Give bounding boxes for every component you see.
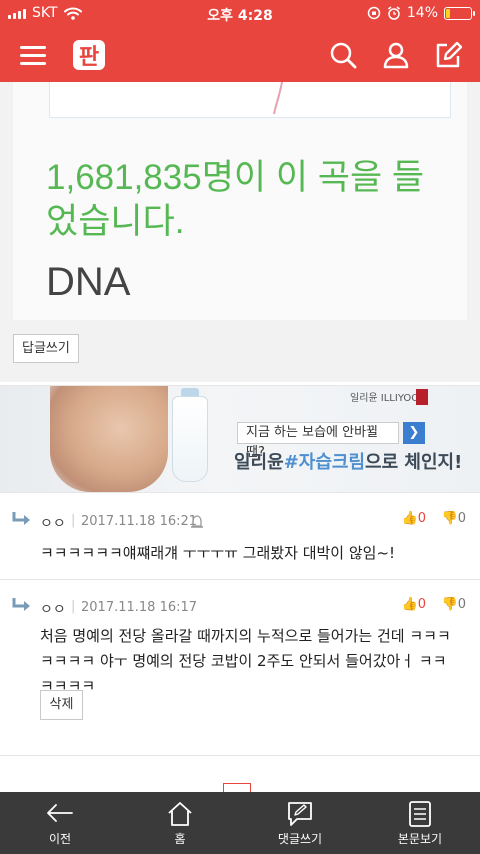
ad-headline: 지금 하는 보습에 안바뀔 땐? bbox=[237, 422, 399, 460]
search-icon[interactable] bbox=[328, 40, 358, 70]
reply-button[interactable]: 답글쓰기 bbox=[13, 334, 79, 363]
comment-item: ㅇㅇ | 2017.11.18 16:21 👍0 👎0 ㅋㅋㅋㅋㅋㅋ얘쨰래걔 ㅜ… bbox=[0, 494, 480, 580]
ad-arrow-icon[interactable]: ❯ bbox=[403, 422, 425, 444]
rotation-lock-icon bbox=[367, 6, 381, 20]
pink-stroke-graphic bbox=[273, 82, 283, 115]
comment-date: 2017.11.18 16:17 bbox=[81, 600, 198, 615]
downvote-count: 0 bbox=[457, 511, 466, 526]
ad-tagline: 일리윤#자습크림으로 체인지! bbox=[234, 452, 463, 473]
thumbs-down-icon: 👎 bbox=[441, 597, 458, 612]
thumbs-up-icon: 👍 bbox=[401, 511, 418, 526]
write-comment-icon bbox=[288, 802, 312, 826]
edit-icon[interactable] bbox=[433, 40, 463, 70]
ad-product-image bbox=[172, 396, 208, 482]
battery-icon bbox=[444, 6, 475, 20]
listen-count-text: 1,681,835명이 이 곡을 들었습니다. bbox=[46, 158, 425, 241]
bottom-nav: 이전 홈 댓글쓰기 본문보기 bbox=[0, 792, 480, 854]
reply-arrow-icon bbox=[12, 598, 30, 611]
downvote-button[interactable]: 👎0 bbox=[442, 597, 466, 612]
comment-text: 처음 명예의 전당 올라갈 때까지의 누적으로 들어가는 건데 ㅋㅋㅋㅋㅋㅋㅋ … bbox=[40, 627, 451, 695]
nav-write-comment[interactable]: 댓글쓰기 bbox=[240, 792, 360, 854]
separator: | bbox=[71, 599, 76, 614]
comment-author: ㅇㅇ bbox=[40, 516, 66, 532]
comment-item: ㅇㅇ | 2017.11.18 16:17 👍0 👎0 처음 명예의 전당 올라… bbox=[0, 580, 480, 756]
load-more-button[interactable] bbox=[223, 783, 251, 792]
upvote-button[interactable]: 👍0 bbox=[402, 597, 426, 612]
nav-label: 본문보기 bbox=[397, 832, 443, 846]
user-icon[interactable] bbox=[381, 40, 411, 70]
back-arrow-icon bbox=[47, 804, 73, 822]
content-area: 1,681,835명이 이 곡을 들었습니다. DNA 답글쓰기 일리윤 ILL… bbox=[0, 82, 480, 792]
report-icon[interactable] bbox=[190, 514, 204, 529]
app-header: 판 bbox=[0, 28, 480, 82]
status-bar: SKT 오후 4:28 14% bbox=[0, 0, 480, 28]
page: SKT 오후 4:28 14% 판 1,681,835명이 이 곡을 들었습니다… bbox=[0, 0, 480, 854]
pann-logo[interactable]: 판 bbox=[70, 36, 108, 74]
post-body-panel: 1,681,835명이 이 곡을 들었습니다. DNA 답글쓰기 bbox=[0, 82, 480, 382]
nav-back[interactable]: 이전 bbox=[0, 792, 120, 854]
upvote-button[interactable]: 👍0 bbox=[402, 511, 426, 526]
alarm-icon bbox=[387, 6, 400, 20]
upvote-count: 0 bbox=[417, 511, 426, 526]
ad-brand-badge bbox=[416, 389, 428, 405]
ad-banner[interactable]: 일리윤 ILLIYOON 지금 하는 보습에 안바뀔 땐? ❯ 일리윤#자습크림… bbox=[0, 385, 480, 493]
nav-label: 댓글쓰기 bbox=[277, 832, 323, 846]
image-frame bbox=[49, 82, 451, 118]
nav-home[interactable]: 홈 bbox=[120, 792, 240, 854]
logo-text: 판 bbox=[79, 45, 99, 70]
separator: | bbox=[71, 513, 76, 528]
nav-view-article[interactable]: 본문보기 bbox=[360, 792, 480, 854]
comment-date: 2017.11.18 16:21 bbox=[81, 514, 198, 529]
downvote-button[interactable]: 👎0 bbox=[442, 511, 466, 526]
upvote-count: 0 bbox=[417, 597, 426, 612]
article-icon bbox=[409, 801, 431, 827]
nav-label: 홈 bbox=[174, 832, 186, 846]
thumbs-up-icon: 👍 bbox=[401, 597, 418, 612]
comment-author: ㅇㅇ bbox=[40, 602, 66, 618]
downvote-count: 0 bbox=[457, 597, 466, 612]
hamburger-icon[interactable] bbox=[20, 44, 46, 66]
comment-text: ㅋㅋㅋㅋㅋㅋ얘쨰래걔 ㅜㅜㅜㅠ 그래봤자 대박이 않임~! bbox=[40, 544, 396, 562]
thumbs-down-icon: 👎 bbox=[441, 511, 458, 526]
reply-arrow-icon bbox=[12, 512, 30, 525]
song-title: DNA bbox=[46, 260, 131, 304]
post-image: 1,681,835명이 이 곡을 들었습니다. DNA bbox=[13, 82, 467, 320]
battery-percent: 14% bbox=[406, 5, 438, 21]
ad-model-image bbox=[50, 386, 168, 492]
nav-label: 이전 bbox=[48, 832, 72, 846]
delete-button[interactable]: 삭제 bbox=[40, 690, 83, 720]
home-icon bbox=[168, 802, 192, 826]
